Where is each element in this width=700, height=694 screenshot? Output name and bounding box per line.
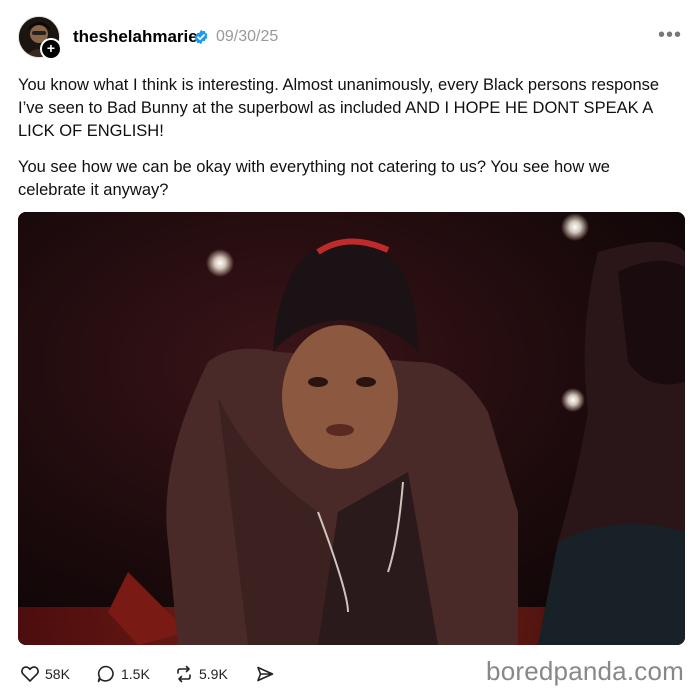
post-text-paragraph-1: You know what I think is interesting. Al… [18, 76, 660, 140]
like-button[interactable]: 58K [20, 663, 70, 685]
post-image-illustration [18, 212, 685, 645]
reply-button[interactable]: 1.5K [96, 663, 150, 685]
repost-button[interactable]: 5.9K [174, 663, 228, 685]
post-image[interactable] [18, 212, 685, 645]
avatar[interactable]: + [18, 16, 62, 60]
like-count: 58K [45, 666, 70, 682]
reply-icon [97, 665, 114, 683]
share-icon [257, 666, 274, 682]
post-date: 09/30/25 [216, 28, 279, 45]
reply-count: 1.5K [121, 666, 150, 682]
username[interactable]: theshelahmarie [73, 27, 198, 47]
more-icon[interactable]: ••• [658, 24, 682, 47]
repost-icon [177, 665, 191, 683]
post-text-paragraph-2: You see how we can be okay with everythi… [18, 158, 610, 199]
repost-count: 5.9K [199, 666, 228, 682]
watermark: boredpanda.com [486, 656, 684, 686]
share-button[interactable] [255, 663, 280, 685]
verified-icon [194, 29, 208, 45]
follow-plus-icon[interactable]: + [40, 38, 62, 60]
post-card: + theshelahmarie 09/30/25 ••• You know w… [0, 0, 700, 694]
heart-icon [21, 666, 39, 682]
